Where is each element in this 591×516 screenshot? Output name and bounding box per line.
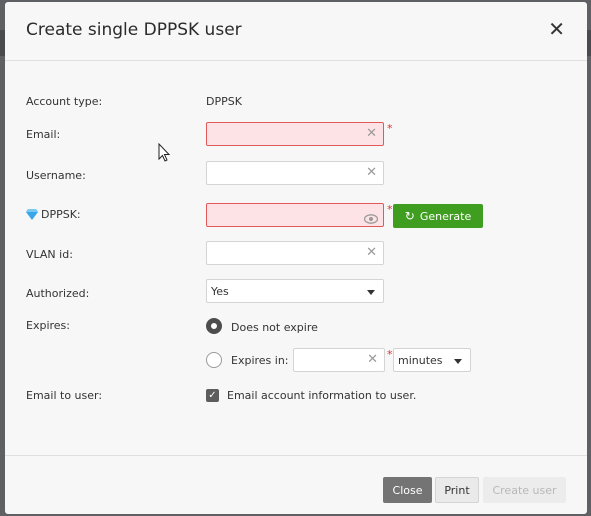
dialog-header: Create single DPPSK user ✕ <box>5 2 587 61</box>
email-to-user-checkbox-label: Email account information to user. <box>227 389 417 402</box>
dppsk-label-group: DPPSK: <box>26 208 81 221</box>
email-field[interactable]: ✕ <box>206 122 384 146</box>
clear-icon[interactable]: ✕ <box>366 245 377 260</box>
expires-amount-field[interactable]: ✕ <box>293 348 385 372</box>
email-label: Email: <box>26 128 61 141</box>
clear-icon[interactable]: ✕ <box>366 126 377 141</box>
required-marker: * <box>387 203 393 216</box>
clear-icon[interactable]: ✕ <box>366 165 377 180</box>
close-icon[interactable]: ✕ <box>548 19 565 39</box>
vlan-id-field[interactable]: ✕ <box>206 241 384 265</box>
chevron-down-icon <box>454 359 462 364</box>
diamond-icon <box>26 209 38 220</box>
create-dppsk-user-dialog: Create single DPPSK user ✕ Account type:… <box>5 2 587 514</box>
refresh-icon: ↻ <box>404 209 415 223</box>
account-type-value: DPPSK <box>206 95 242 108</box>
clear-icon[interactable]: ✕ <box>367 352 378 367</box>
check-icon: ✓ <box>208 390 217 401</box>
authorized-select[interactable]: Yes <box>206 279 384 303</box>
dppsk-field[interactable] <box>206 203 384 227</box>
expires-in-label: Expires in: <box>231 354 289 367</box>
dialog-title: Create single DPPSK user <box>26 20 242 40</box>
expires-unit-select[interactable]: minutes <box>393 348 471 372</box>
expires-unit-value: minutes <box>398 354 443 367</box>
required-marker: * <box>387 122 393 135</box>
print-button[interactable]: Print <box>435 477 479 503</box>
account-type-label: Account type: <box>26 95 103 108</box>
username-field[interactable]: ✕ <box>206 161 384 185</box>
authorized-value: Yes <box>211 285 229 298</box>
generate-button[interactable]: ↻ Generate <box>393 204 483 228</box>
username-label: Username: <box>26 169 86 182</box>
close-button[interactable]: Close <box>383 477 432 503</box>
dppsk-label: DPPSK: <box>41 208 81 221</box>
create-user-button[interactable]: Create user <box>483 477 566 503</box>
email-to-user-checkbox[interactable]: ✓ <box>206 389 219 402</box>
does-not-expire-label: Does not expire <box>231 321 318 334</box>
chevron-down-icon <box>367 290 375 295</box>
vlan-label: VLAN id: <box>26 248 73 261</box>
required-marker: * <box>387 348 393 361</box>
authorized-label: Authorized: <box>26 287 90 300</box>
expires-in-radio[interactable] <box>206 352 222 368</box>
does-not-expire-radio[interactable] <box>206 318 222 334</box>
expires-label: Expires: <box>26 319 70 332</box>
dialog-footer <box>5 455 587 456</box>
email-to-user-label: Email to user: <box>26 389 103 402</box>
mouse-pointer-icon <box>158 143 171 162</box>
eye-icon[interactable] <box>363 209 379 228</box>
generate-label: Generate <box>419 209 472 223</box>
